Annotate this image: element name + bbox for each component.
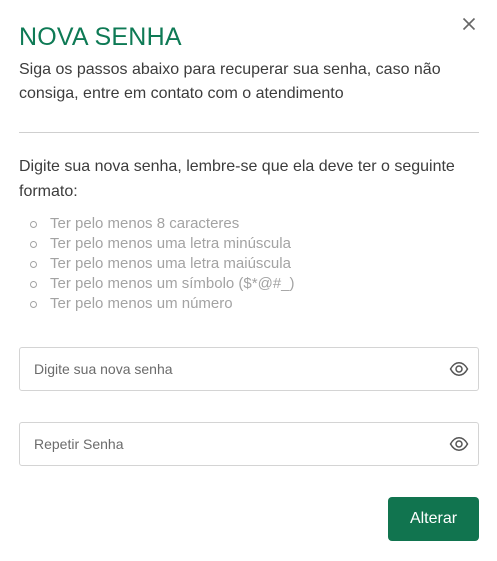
bullet-icon bbox=[30, 241, 37, 248]
requirement-item: Ter pelo menos um número bbox=[30, 294, 295, 314]
instructions-text: Digite sua nova senha, lembre-se que ela… bbox=[19, 158, 455, 200]
bullet-icon bbox=[30, 221, 37, 228]
bullet-icon bbox=[30, 301, 37, 308]
repeat-password-field bbox=[19, 422, 479, 466]
bullet-icon bbox=[30, 261, 37, 268]
new-password-field bbox=[19, 347, 479, 391]
submit-button[interactable]: Alterar bbox=[388, 497, 479, 541]
eye-icon[interactable] bbox=[449, 435, 469, 453]
divider bbox=[19, 132, 479, 133]
eye-icon[interactable] bbox=[449, 360, 469, 378]
close-icon bbox=[462, 17, 476, 31]
requirement-item: Ter pelo menos 8 caracteres bbox=[30, 214, 295, 234]
requirement-item: Ter pelo menos um símbolo ($*@#_) bbox=[30, 274, 295, 294]
repeat-password-input[interactable] bbox=[34, 423, 434, 465]
password-requirements-list: Ter pelo menos 8 caracteres Ter pelo men… bbox=[30, 214, 295, 314]
modal-title: NOVA SENHA bbox=[19, 23, 182, 51]
password-reset-modal: NOVA SENHA Siga os passos abaixo para re… bbox=[0, 0, 497, 561]
bullet-icon bbox=[30, 281, 37, 288]
close-button[interactable] bbox=[459, 14, 479, 34]
modal-subtitle: Siga os passos abaixo para recuperar sua… bbox=[19, 61, 441, 102]
requirement-item: Ter pelo menos uma letra maiúscula bbox=[30, 254, 295, 274]
new-password-input[interactable] bbox=[34, 348, 434, 390]
requirement-item: Ter pelo menos uma letra minúscula bbox=[30, 234, 295, 254]
